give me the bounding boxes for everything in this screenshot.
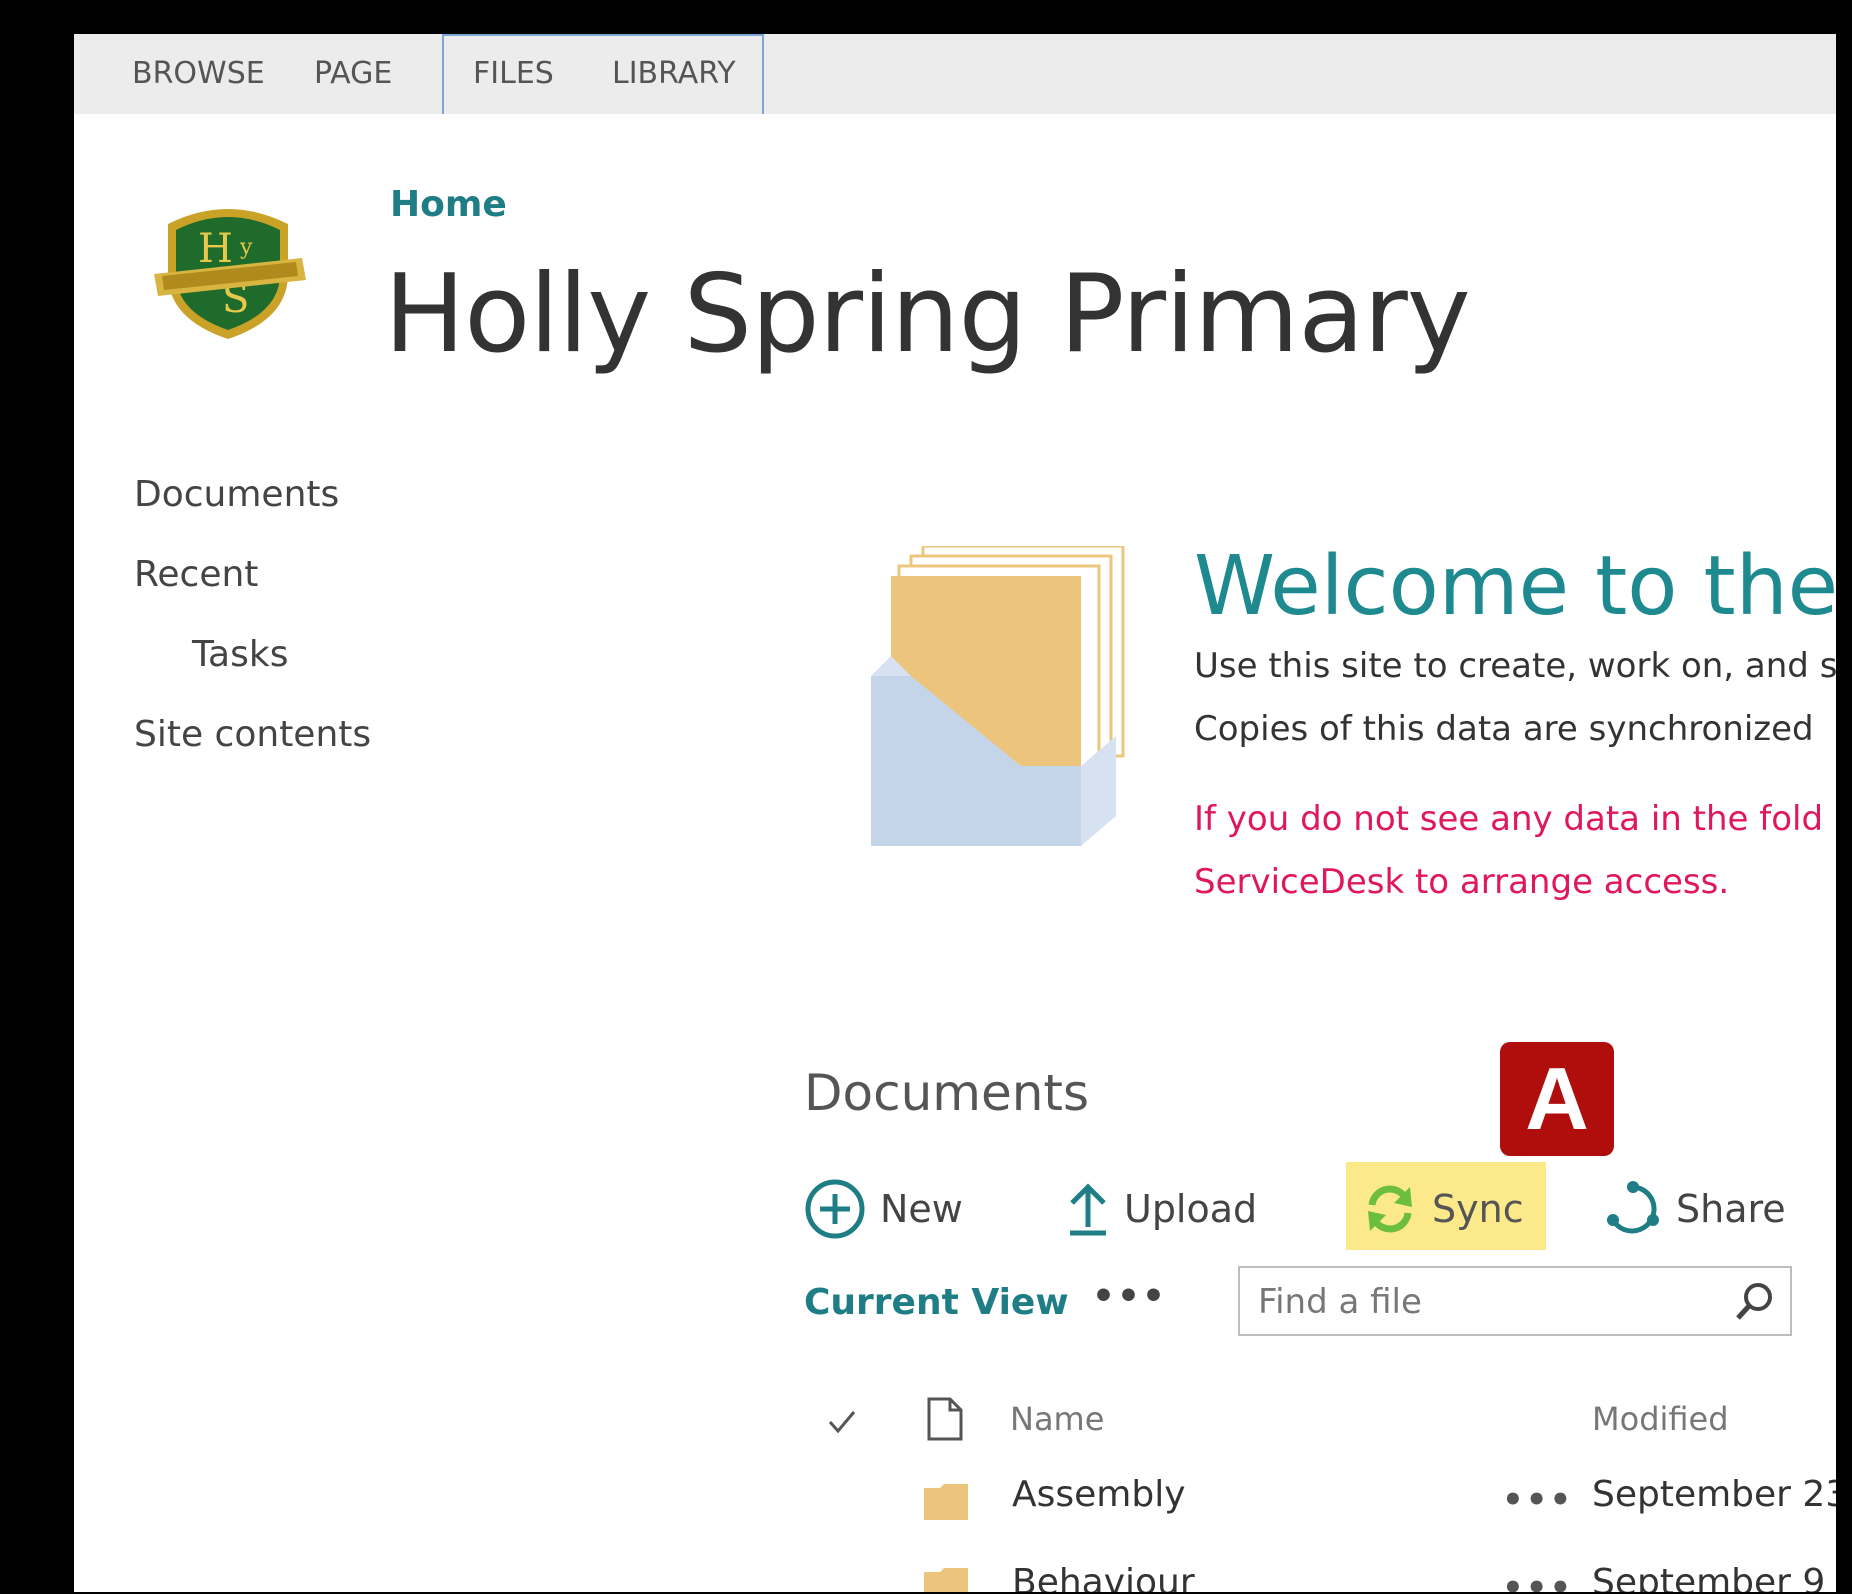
find-file-search-box[interactable]: [1238, 1266, 1792, 1336]
select-all-checkmark-icon[interactable]: [826, 1406, 858, 1438]
nav-item-tasks[interactable]: Tasks: [192, 634, 288, 675]
welcome-title: Welcome to the: [1194, 539, 1836, 634]
welcome-text-line-2: Copies of this data are synchronized: [1194, 709, 1814, 749]
tab-browse[interactable]: BROWSE: [132, 34, 265, 114]
row-modified-assembly: September 23: [1592, 1474, 1836, 1515]
column-header-name[interactable]: Name: [1010, 1400, 1104, 1438]
sync-button[interactable]: Sync: [1362, 1174, 1524, 1244]
row-more-button[interactable]: •••: [1502, 1568, 1573, 1592]
search-icon[interactable]: [1734, 1280, 1776, 1322]
upload-label: Upload: [1124, 1187, 1258, 1231]
plus-circle-icon: [805, 1179, 865, 1239]
sync-arrows-icon: [1368, 1185, 1412, 1233]
folder-icon: [924, 1568, 968, 1592]
school-crest-icon[interactable]: H y S: [148, 184, 308, 344]
row-more-button[interactable]: •••: [1502, 1480, 1573, 1520]
row-name-assembly[interactable]: Assembly: [1012, 1474, 1186, 1515]
document-folder-illustration: [871, 544, 1133, 856]
callout-badge: A: [1500, 1042, 1614, 1156]
upload-button[interactable]: Upload: [1066, 1174, 1257, 1244]
svg-text:y: y: [239, 235, 253, 260]
tab-page[interactable]: PAGE: [314, 34, 392, 114]
nav-item-site-contents[interactable]: Site contents: [134, 714, 371, 755]
column-header-modified[interactable]: Modified: [1592, 1400, 1729, 1438]
row-modified-behaviour: September 9: [1592, 1562, 1826, 1592]
view-more-button[interactable]: •••: [1092, 1276, 1167, 1317]
find-file-input[interactable]: [1256, 1278, 1720, 1326]
svg-text:H: H: [198, 226, 233, 272]
documents-heading[interactable]: Documents: [804, 1064, 1089, 1122]
sharepoint-page: BROWSE PAGE FILES LIBRARY H y S Home Hol…: [74, 34, 1836, 1592]
tab-library[interactable]: LIBRARY: [612, 34, 736, 114]
nav-item-documents[interactable]: Documents: [134, 474, 339, 515]
access-warning-line-1: If you do not see any data in the fold: [1194, 799, 1824, 839]
row-name-behaviour[interactable]: Behaviour: [1012, 1562, 1195, 1592]
nav-item-recent[interactable]: Recent: [134, 554, 258, 595]
folder-icon: [924, 1484, 968, 1520]
tab-files[interactable]: FILES: [473, 34, 554, 114]
sync-label: Sync: [1432, 1187, 1524, 1231]
ribbon-bar: BROWSE PAGE FILES LIBRARY: [74, 34, 1836, 114]
current-view-link[interactable]: Current View: [804, 1282, 1069, 1323]
new-button[interactable]: New: [804, 1174, 963, 1244]
share-button[interactable]: Share: [1604, 1174, 1786, 1244]
site-title[interactable]: Holly Spring Primary: [384, 252, 1471, 377]
screenshot-border: BROWSE PAGE FILES LIBRARY H y S Home Hol…: [24, 8, 1852, 1594]
screenshot-frame: BROWSE PAGE FILES LIBRARY H y S Home Hol…: [0, 0, 1852, 1594]
file-type-icon: [927, 1397, 963, 1441]
access-warning-line-2: ServiceDesk to arrange access.: [1194, 862, 1730, 902]
upload-arrow-icon: [1070, 1183, 1106, 1236]
welcome-text-line-1: Use this site to create, work on, and s: [1194, 646, 1836, 686]
share-icon: [1607, 1181, 1659, 1234]
breadcrumb-home[interactable]: Home: [390, 184, 507, 225]
share-label: Share: [1676, 1187, 1786, 1231]
new-label: New: [880, 1187, 963, 1231]
